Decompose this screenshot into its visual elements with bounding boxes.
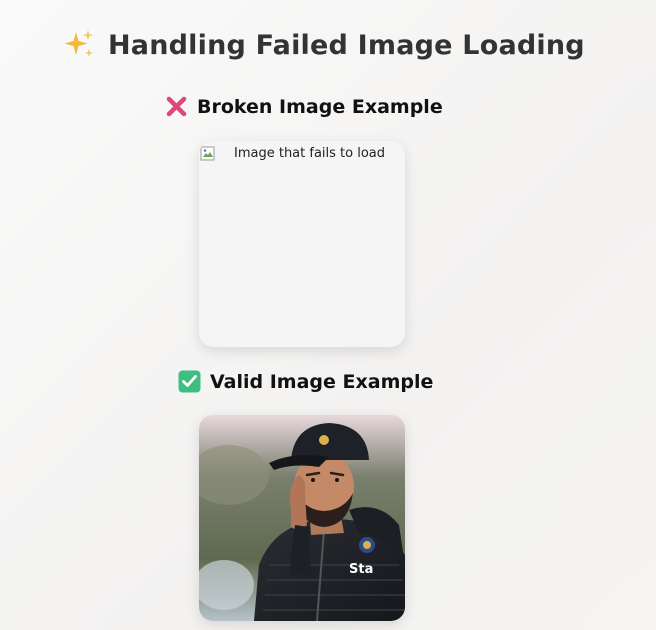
sparkles-icon <box>62 28 96 62</box>
broken-image: Image that fails to load <box>199 141 405 347</box>
valid-image-heading: Valid Image Example <box>178 370 433 393</box>
check-mark-icon <box>178 370 201 393</box>
broken-image-placeholder: Image that fails to load <box>199 141 405 162</box>
svg-text:Sta: Sta <box>349 562 373 577</box>
cross-mark-icon <box>165 95 188 118</box>
broken-image-heading-text: Broken Image Example <box>197 95 443 118</box>
page-title: Handling Failed Image Loading <box>62 28 585 62</box>
broken-image-alt-text: Image that fails to load <box>234 146 386 161</box>
valid-image: Sta <box>199 415 405 621</box>
valid-image-heading-text: Valid Image Example <box>210 370 434 393</box>
page-title-text: Handling Failed Image Loading <box>108 29 585 61</box>
broken-image-icon <box>200 146 216 162</box>
portrait-photo: Sta <box>199 415 405 621</box>
broken-image-heading: Broken Image Example <box>165 95 443 118</box>
